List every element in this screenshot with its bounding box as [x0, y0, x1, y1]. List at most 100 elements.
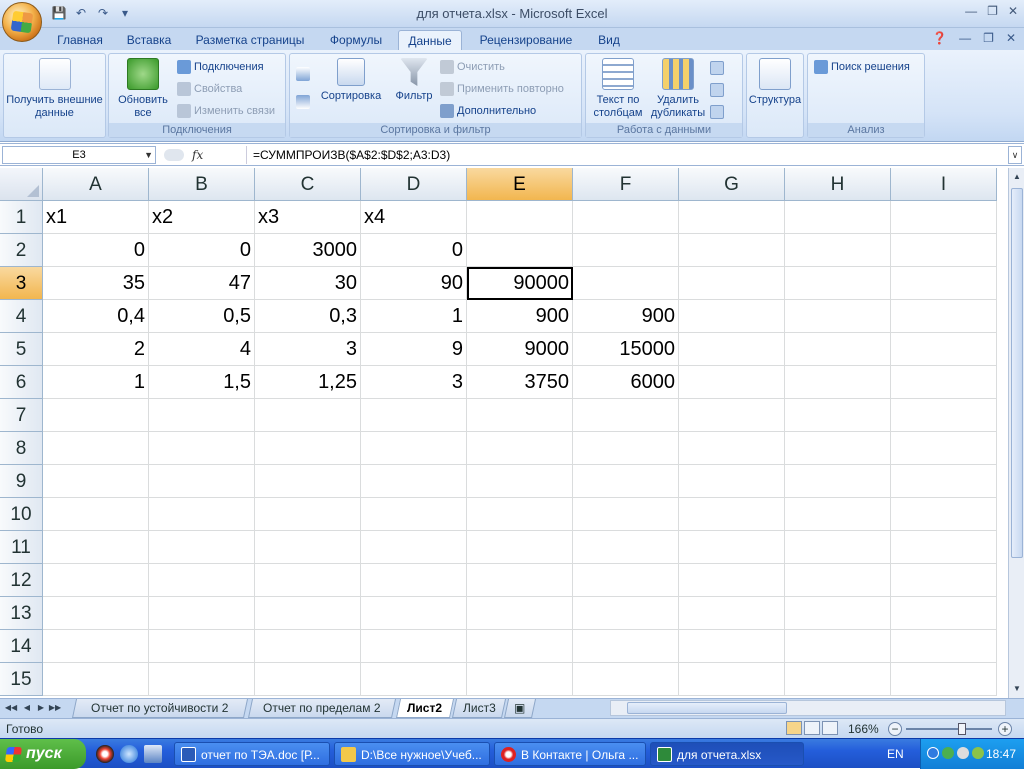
cell-f3[interactable] — [573, 267, 679, 300]
cell-d3[interactable]: 90 — [361, 267, 467, 300]
cell-b13[interactable] — [149, 597, 255, 630]
cell-h14[interactable] — [785, 630, 891, 663]
cell-c15[interactable] — [255, 663, 361, 696]
name-box[interactable]: E3 ▼ — [2, 146, 156, 164]
minimize-icon[interactable]: — — [959, 31, 971, 45]
cell-e6[interactable]: 3750 — [467, 366, 573, 399]
cell-f2[interactable] — [573, 234, 679, 267]
cell-h11[interactable] — [785, 531, 891, 564]
page-layout-view-icon[interactable] — [804, 721, 820, 735]
antivirus-icon[interactable] — [972, 747, 984, 759]
column-header-b[interactable]: B — [149, 168, 255, 201]
cell-i14[interactable] — [891, 630, 997, 663]
cell-g2[interactable] — [679, 234, 785, 267]
insert-function-icon[interactable]: fx — [192, 148, 203, 162]
row-header-12[interactable]: 12 — [0, 564, 43, 597]
filter-button[interactable]: Фильтр — [390, 56, 438, 103]
cell-h1[interactable] — [785, 201, 891, 234]
cell-i11[interactable] — [891, 531, 997, 564]
first-sheet-icon[interactable]: ◀◀ — [4, 701, 18, 715]
cell-i4[interactable] — [891, 300, 997, 333]
close-icon[interactable]: ✕ — [1008, 4, 1018, 18]
cell-c7[interactable] — [255, 399, 361, 432]
next-sheet-icon[interactable]: ▶ — [34, 701, 48, 715]
sheet-tab-limits-report[interactable]: Отчет по пределам 2 — [247, 699, 397, 718]
remove-duplicates-button[interactable]: Удалить дубликаты — [650, 56, 706, 120]
cell-c3[interactable]: 30 — [255, 267, 361, 300]
cell-e3[interactable]: 90000 — [467, 267, 573, 300]
restore-icon[interactable]: ❐ — [987, 4, 998, 18]
cell-c11[interactable] — [255, 531, 361, 564]
horizontal-scroll-thumb[interactable] — [627, 702, 787, 714]
column-header-f[interactable]: F — [573, 168, 679, 201]
row-header-10[interactable]: 10 — [0, 498, 43, 531]
cell-f4[interactable]: 900 — [573, 300, 679, 333]
cell-b7[interactable] — [149, 399, 255, 432]
cell-b15[interactable] — [149, 663, 255, 696]
zoom-in-icon[interactable]: + — [998, 722, 1012, 736]
cell-c5[interactable]: 3 — [255, 333, 361, 366]
last-sheet-icon[interactable]: ▶▶ — [48, 701, 62, 715]
cell-g13[interactable] — [679, 597, 785, 630]
cell-d4[interactable]: 1 — [361, 300, 467, 333]
cell-h15[interactable] — [785, 663, 891, 696]
properties-button[interactable]: Свойства — [177, 79, 242, 99]
cell-d2[interactable]: 0 — [361, 234, 467, 267]
cell-g12[interactable] — [679, 564, 785, 597]
cell-a2[interactable]: 0 — [43, 234, 149, 267]
cell-i15[interactable] — [891, 663, 997, 696]
text-to-columns-button[interactable]: Текст по столбцам — [588, 56, 648, 120]
cell-a9[interactable] — [43, 465, 149, 498]
cell-a7[interactable] — [43, 399, 149, 432]
column-header-e[interactable]: E — [467, 168, 573, 201]
close-icon[interactable]: ✕ — [1006, 31, 1016, 45]
cell-c8[interactable] — [255, 432, 361, 465]
cell-c6[interactable]: 1,25 — [255, 366, 361, 399]
cell-h2[interactable] — [785, 234, 891, 267]
save-icon[interactable]: 💾 — [50, 5, 68, 21]
cell-g8[interactable] — [679, 432, 785, 465]
cell-i7[interactable] — [891, 399, 997, 432]
horizontal-scrollbar[interactable] — [610, 700, 1006, 716]
vertical-scrollbar[interactable]: ▲ ▼ — [1008, 168, 1024, 698]
cell-f9[interactable] — [573, 465, 679, 498]
network-icon[interactable] — [942, 747, 954, 759]
cell-c1[interactable]: x3 — [255, 201, 361, 234]
cell-c4[interactable]: 0,3 — [255, 300, 361, 333]
cell-i10[interactable] — [891, 498, 997, 531]
show-desktop-icon[interactable] — [144, 745, 162, 763]
cell-g9[interactable] — [679, 465, 785, 498]
cell-a8[interactable] — [43, 432, 149, 465]
cell-d15[interactable] — [361, 663, 467, 696]
solver-button[interactable]: Поиск решения — [814, 57, 910, 77]
task-explorer-folder[interactable]: D:\Все нужное\Учеб... — [334, 742, 490, 766]
row-header-4[interactable]: 4 — [0, 300, 43, 333]
cell-h7[interactable] — [785, 399, 891, 432]
cell-f15[interactable] — [573, 663, 679, 696]
cell-b1[interactable]: x2 — [149, 201, 255, 234]
cell-e5[interactable]: 9000 — [467, 333, 573, 366]
cell-d5[interactable]: 9 — [361, 333, 467, 366]
outline-button[interactable]: Структура — [747, 56, 803, 107]
cell-d11[interactable] — [361, 531, 467, 564]
tab-review[interactable]: Рецензирование — [470, 30, 582, 50]
internet-explorer-icon[interactable] — [120, 745, 138, 763]
normal-view-icon[interactable] — [786, 721, 802, 735]
cell-d1[interactable]: x4 — [361, 201, 467, 234]
column-header-h[interactable]: H — [785, 168, 891, 201]
row-header-1[interactable]: 1 — [0, 201, 43, 234]
cell-f1[interactable] — [573, 201, 679, 234]
cell-a1[interactable]: x1 — [43, 201, 149, 234]
sheet-tab-list3[interactable]: Лист3 — [451, 699, 507, 718]
cell-a10[interactable] — [43, 498, 149, 531]
task-word-document[interactable]: отчет по ТЭА.doc [Р... — [174, 742, 330, 766]
cell-d7[interactable] — [361, 399, 467, 432]
sort-button[interactable]: Сортировка — [316, 56, 386, 103]
cell-h12[interactable] — [785, 564, 891, 597]
cell-i6[interactable] — [891, 366, 997, 399]
row-header-3[interactable]: 3 — [0, 267, 43, 300]
expand-formula-bar-icon[interactable]: ∨ — [1008, 146, 1022, 164]
cell-f10[interactable] — [573, 498, 679, 531]
cell-d12[interactable] — [361, 564, 467, 597]
cell-g10[interactable] — [679, 498, 785, 531]
